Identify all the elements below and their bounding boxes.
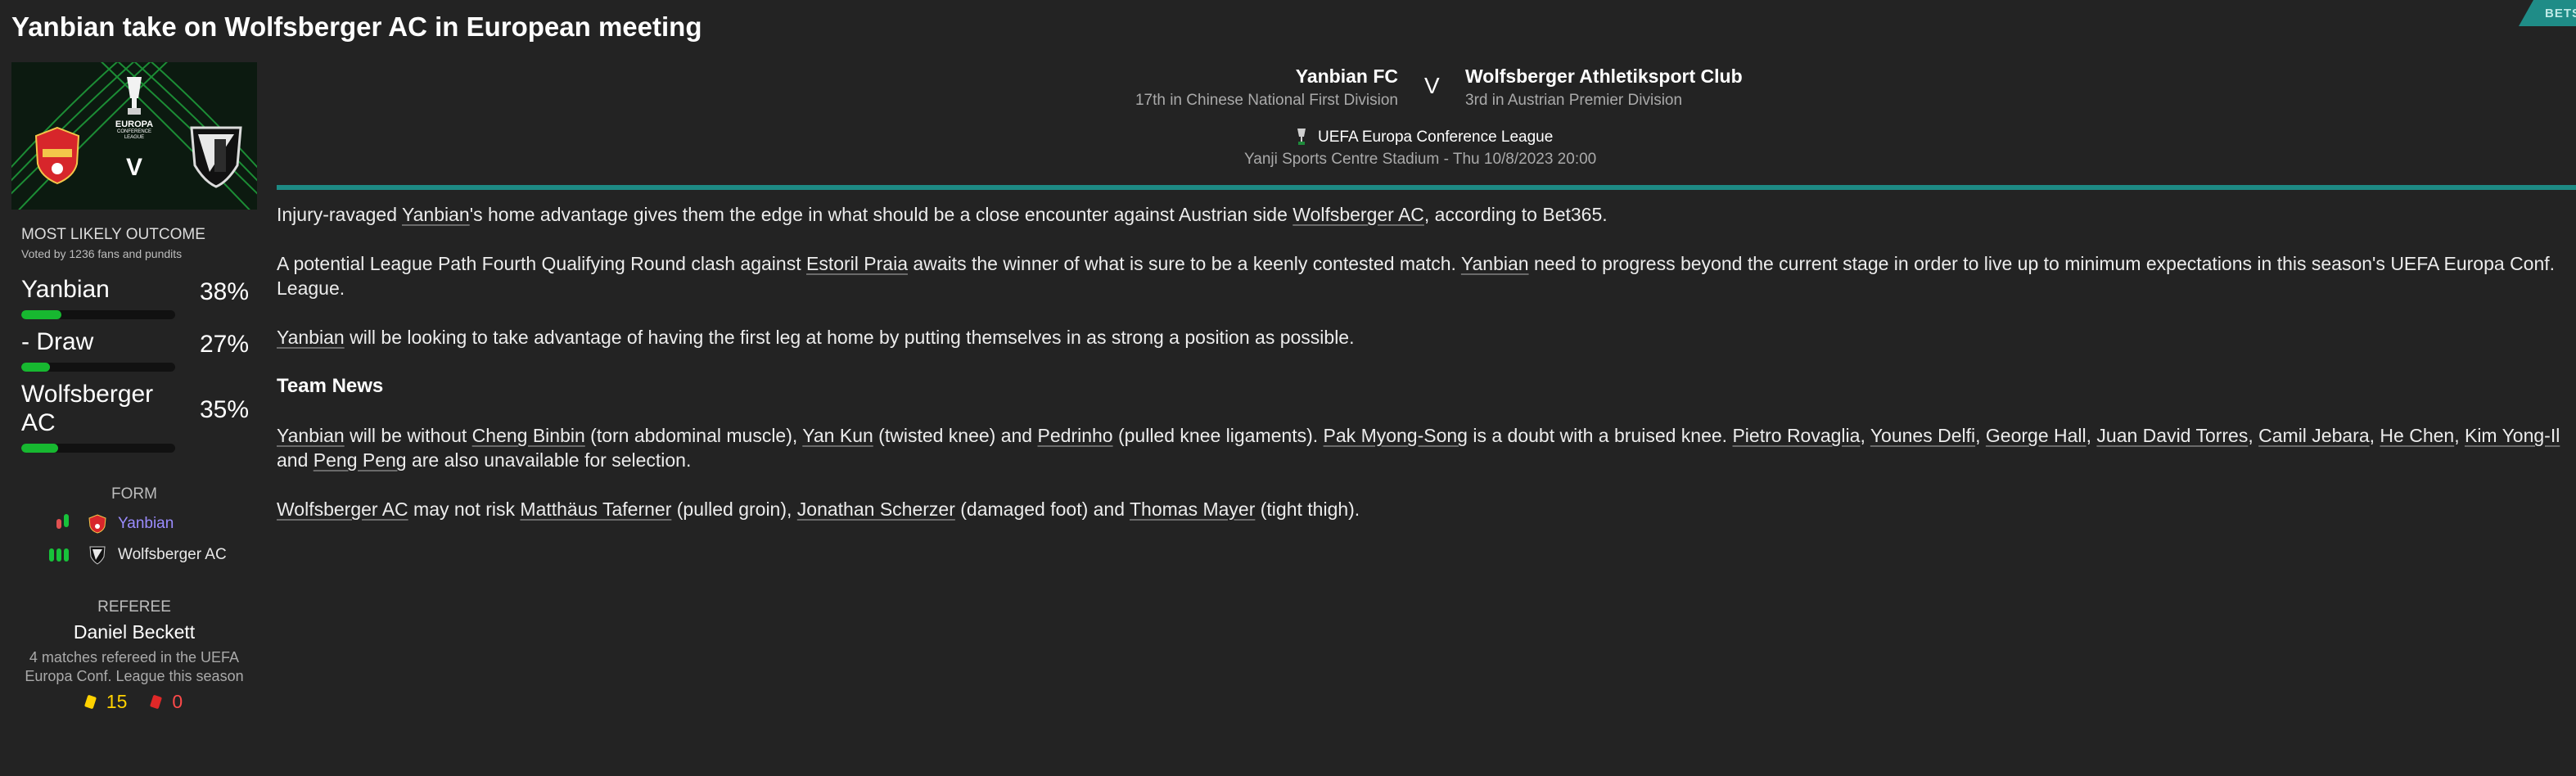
- wolfsberger-crest-icon: [89, 546, 106, 565]
- form-marks: [11, 514, 69, 529]
- article-paragraph: Injury-ravaged Yanbian's home advantage …: [277, 204, 1608, 225]
- player-link[interactable]: Pak Myong-Song: [1324, 425, 1468, 446]
- outcome-home-win[interactable]: Yanbian 38%: [21, 275, 249, 319]
- yellow-card-count: 15: [106, 691, 128, 712]
- article-paragraph: Yanbian will be looking to take advantag…: [277, 327, 1355, 348]
- team-link[interactable]: Estoril Praia: [806, 253, 908, 274]
- outcome-away-win[interactable]: Wolfsberger AC 35%: [21, 380, 249, 453]
- form-win-mark: [64, 548, 69, 562]
- yanbian-crest-icon: [34, 126, 80, 185]
- player-link[interactable]: Yan Kun: [802, 425, 873, 446]
- player-link[interactable]: Younes Delfi: [1870, 425, 1975, 446]
- referee-cards: 15 0: [11, 691, 257, 713]
- article-body: Injury-ravaged Yanbian's home advantage …: [277, 202, 2565, 546]
- match-sidebar: EUROPA CONFERENCE LEAGUE V MOST LIKELY O…: [11, 62, 257, 776]
- conference-league-trophy-icon: [127, 77, 142, 115]
- form-win-mark: [56, 548, 61, 562]
- form-title: FORM: [111, 485, 157, 503]
- red-card-icon: [150, 694, 163, 710]
- red-card-count: 0: [172, 691, 183, 712]
- outcome-draw[interactable]: - Draw 27%: [21, 327, 249, 372]
- team-link[interactable]: Wolfsberger AC: [277, 499, 408, 520]
- page-title: Yanbian take on Wolfsberger AC in Europe…: [11, 11, 702, 42]
- referee-name[interactable]: Daniel Beckett: [11, 621, 257, 643]
- outcome-bar-fill: [21, 444, 58, 453]
- referee-note: 4 matches refereed in the UEFA Europa Co…: [25, 649, 244, 684]
- form-win-mark: [64, 514, 69, 527]
- article-paragraph: Yanbian will be without Cheng Binbin (to…: [277, 425, 2560, 471]
- player-link[interactable]: George Hall: [1986, 425, 2087, 446]
- match-header: Yanbian FC 17th in Chinese National Firs…: [277, 62, 2576, 185]
- most-likely-outcome-title: MOST LIKELY OUTCOME: [21, 226, 205, 243]
- outcome-percentage: 38%: [199, 278, 249, 305]
- yanbian-crest-icon: [88, 514, 106, 534]
- form-marks: [11, 548, 69, 562]
- home-team-name[interactable]: Yanbian FC: [1296, 65, 1398, 88]
- player-link[interactable]: Pedrinho: [1038, 425, 1113, 446]
- team-link[interactable]: Yanbian: [277, 425, 345, 446]
- player-link[interactable]: Juan David Torres: [2096, 425, 2248, 446]
- form-win-mark: [49, 548, 54, 562]
- team-link[interactable]: Yanbian: [1461, 253, 1529, 274]
- bets-corner-tab[interactable]: BETS: [2519, 0, 2576, 26]
- competition-name[interactable]: UEFA Europa Conference League: [1318, 129, 1553, 147]
- outcome-label: Yanbian: [21, 276, 110, 303]
- player-link[interactable]: Matthäus Taferner: [520, 499, 671, 520]
- yellow-card-icon: [83, 694, 97, 710]
- competition-row: UEFA Europa Conference League: [1297, 128, 1553, 147]
- away-team-position: 3rd in Austrian Premier Division: [1465, 92, 1683, 109]
- vote-count: Voted by 1236 fans and pundits: [21, 247, 183, 260]
- player-link[interactable]: Thomas Mayer: [1130, 499, 1255, 520]
- form-row-wolfsberger[interactable]: Wolfsberger AC: [11, 544, 257, 566]
- team-news-heading: Team News: [277, 375, 384, 397]
- form-team-link[interactable]: Wolfsberger AC: [118, 546, 227, 564]
- form-loss-mark: [56, 519, 61, 529]
- article-paragraph: A potential League Path Fourth Qualifyin…: [277, 253, 2556, 299]
- outcome-bar-fill: [21, 310, 61, 319]
- outcome-bar: [21, 444, 175, 453]
- banner-versus: V: [126, 154, 143, 181]
- header-divider: [277, 185, 2576, 190]
- wolfsberger-crest-icon: [190, 126, 242, 188]
- outcome-bar: [21, 363, 175, 372]
- outcome-label: Wolfsberger AC: [21, 381, 154, 436]
- player-link[interactable]: Kim Yong-Il: [2465, 425, 2560, 446]
- away-team-name[interactable]: Wolfsberger Athletiksport Club: [1465, 65, 1743, 88]
- player-link[interactable]: He Chen: [2380, 425, 2454, 446]
- versus-label: V: [1424, 73, 1440, 98]
- article-paragraph: Wolfsberger AC may not risk Matthäus Taf…: [277, 499, 1360, 520]
- form-team-link[interactable]: Yanbian: [118, 515, 174, 533]
- player-link[interactable]: Pietro Rovaglia: [1732, 425, 1860, 446]
- conference-league-wordmark: EUROPA CONFERENCE LEAGUE: [115, 120, 154, 140]
- referee-title: REFEREE: [97, 598, 171, 616]
- outcome-percentage: 27%: [199, 331, 249, 358]
- player-link[interactable]: Camil Jebara: [2258, 425, 2370, 446]
- conference-league-trophy-icon: [1297, 129, 1306, 145]
- outcome-label: - Draw: [21, 328, 94, 355]
- outcome-percentage: 35%: [199, 396, 249, 423]
- outcome-bar: [21, 310, 175, 319]
- team-link[interactable]: Yanbian: [402, 204, 470, 225]
- venue-and-kickoff: Yanji Sports Centre Stadium - Thu 10/8/2…: [1244, 151, 1597, 168]
- player-link[interactable]: Cheng Binbin: [472, 425, 585, 446]
- form-row-yanbian[interactable]: Yanbian: [11, 513, 257, 535]
- team-link[interactable]: Wolfsberger AC: [1293, 204, 1424, 225]
- team-link[interactable]: Yanbian: [277, 327, 345, 348]
- player-link[interactable]: Jonathan Scherzer: [797, 499, 955, 520]
- outcome-bar-fill: [21, 363, 50, 372]
- player-link[interactable]: Peng Peng: [314, 449, 407, 471]
- home-team-position: 17th in Chinese National First Division: [1135, 92, 1398, 109]
- match-banner: EUROPA CONFERENCE LEAGUE V: [11, 62, 257, 210]
